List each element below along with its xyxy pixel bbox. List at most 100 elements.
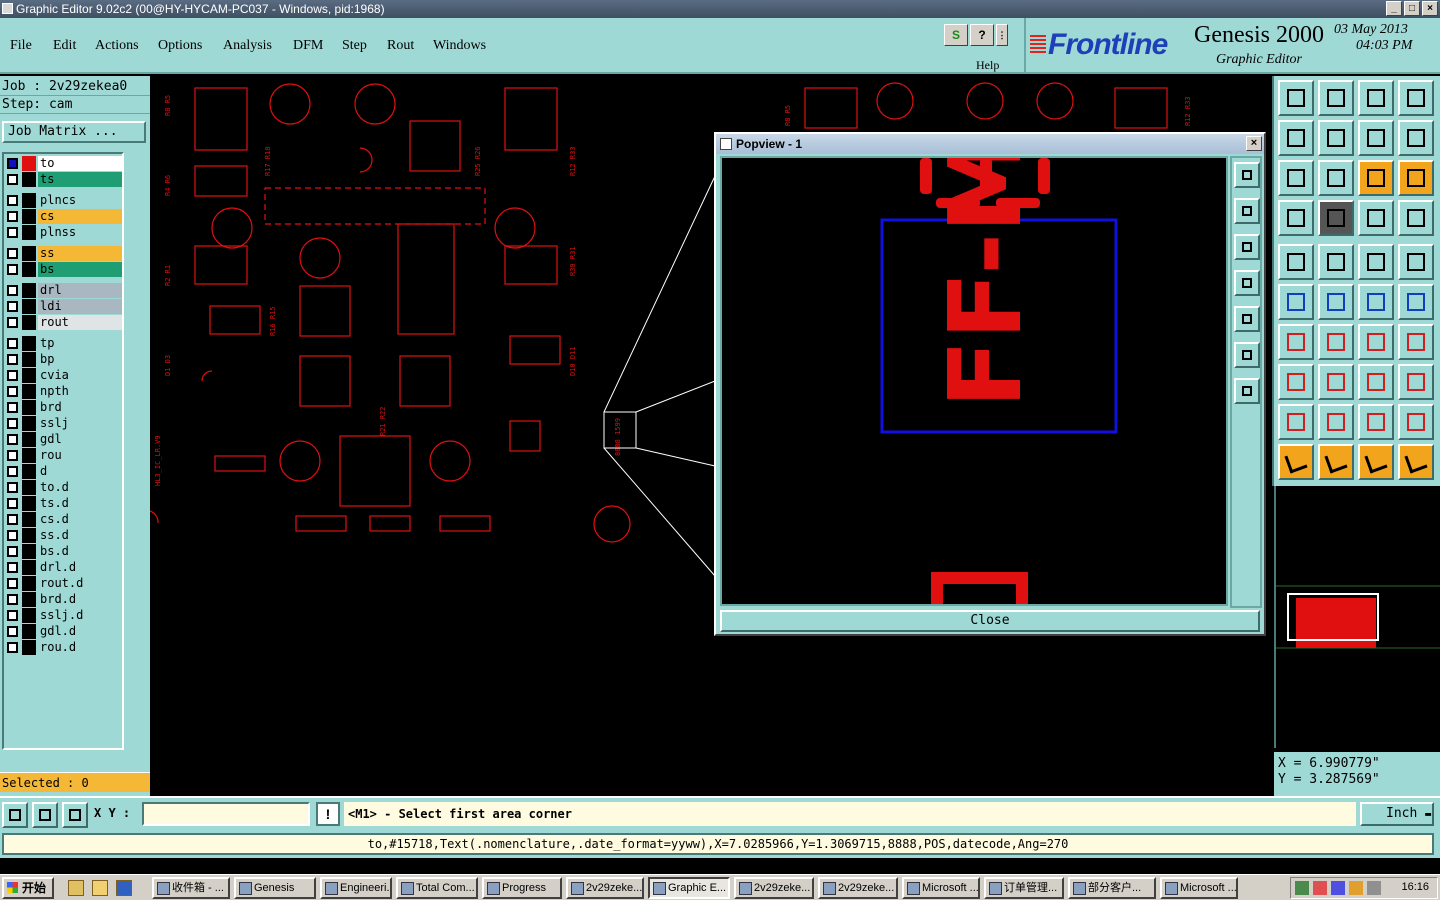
layer-row[interactable]: sslj [4,416,122,431]
layer-name[interactable]: rou [38,448,122,463]
undo-icon[interactable] [1358,120,1394,156]
select-net-icon[interactable] [1358,444,1394,480]
layer-row[interactable]: brd.d [4,592,122,607]
triangle-icon[interactable] [1278,404,1314,440]
taskbar-task[interactable]: Total Com... [396,877,478,899]
layer-checkbox[interactable] [7,482,18,493]
select-tool-icon[interactable] [1278,200,1314,236]
layer-checkbox[interactable] [7,530,18,541]
layer-name[interactable]: sslj [38,416,122,431]
layer-row[interactable]: rou [4,448,122,463]
layer-name[interactable]: npth [38,384,122,399]
layer-row[interactable]: rout.d [4,576,122,591]
layer-row[interactable]: gdl [4,432,122,447]
measure-icon[interactable] [1358,244,1394,280]
taskbar-task[interactable]: 部分客户... [1068,877,1156,899]
layer-checkbox[interactable] [7,195,18,206]
layer-row[interactable]: bs [4,262,122,277]
menu-actions[interactable]: Actions [95,38,139,54]
menu-file[interactable]: File [10,38,32,54]
menu-help[interactable]: Help [976,58,999,73]
layer-name[interactable]: ss.d [38,528,122,543]
layer-checkbox[interactable] [7,450,18,461]
script-icon[interactable]: S [944,24,968,46]
layer-checkbox[interactable] [7,626,18,637]
popview-home-icon[interactable] [1234,378,1260,404]
layer-name[interactable]: ldi [38,299,122,314]
layer-name[interactable]: rout.d [38,576,122,591]
popview-pan-right-icon[interactable] [1234,306,1260,332]
layer-checkbox[interactable] [7,248,18,259]
layer-name[interactable]: drl [38,283,122,298]
layer-row[interactable]: to [4,156,122,171]
display-icon[interactable] [1398,80,1434,116]
layer-checkbox[interactable] [7,498,18,509]
taskbar-task[interactable]: 2v29zeke... [818,877,898,899]
grid-icon[interactable] [1318,200,1354,236]
layer-name[interactable]: plnss [38,225,122,240]
move-left-icon[interactable] [1278,120,1314,156]
layer-checkbox[interactable] [7,211,18,222]
layer-row[interactable]: plnss [4,225,122,240]
compare-icon[interactable] [1398,200,1434,236]
layer-row[interactable]: drl.d [4,560,122,575]
add-line-icon[interactable] [1318,244,1354,280]
select-area-icon[interactable] [1318,444,1354,480]
route-icon[interactable] [1398,444,1434,480]
grid-icon[interactable] [62,802,88,828]
layer-checkbox[interactable] [7,370,18,381]
start-button[interactable]: 开始 [2,877,54,899]
polygon-icon[interactable] [1318,404,1354,440]
popview-titlebar[interactable]: Popview - 1 × [716,134,1264,154]
layer-checkbox[interactable] [7,562,18,573]
layer-row[interactable]: ts [4,172,122,187]
taskbar-task[interactable]: Engineeri... [320,877,392,899]
layer-row[interactable]: brd [4,400,122,415]
layer-name[interactable]: to.d [38,480,122,495]
popview-zoom-in-icon[interactable] [1234,162,1260,188]
scale-icon[interactable] [1358,160,1394,196]
query-icon[interactable] [1398,160,1434,196]
layer-checkbox[interactable] [7,317,18,328]
layer-name[interactable]: gdl [38,432,122,447]
layer-row[interactable]: tp [4,336,122,351]
close-window-button[interactable]: × [1422,1,1438,16]
draw-line-icon[interactable] [1278,324,1314,360]
copy-icon[interactable] [1398,284,1434,320]
layer-name[interactable]: cs [38,209,122,224]
snap-icon[interactable] [2,802,28,828]
layer-row[interactable]: to.d [4,480,122,495]
taskbar-task[interactable]: Microsoft ... [902,877,980,899]
taskbar-task[interactable]: Genesis [234,877,316,899]
menu-rout[interactable]: Rout [387,38,414,54]
layer-row[interactable]: ss [4,246,122,261]
pointer-icon[interactable] [1278,444,1314,480]
layer-name[interactable]: ss [38,246,122,261]
taskbar-task[interactable]: 收件箱 - ... [152,877,230,899]
pan-icon[interactable] [1318,160,1354,196]
resize-icon[interactable] [1358,364,1394,400]
layer-row[interactable]: gdl.d [4,624,122,639]
layer-checkbox[interactable] [7,301,18,312]
popview-pan-left-icon[interactable] [1234,270,1260,296]
alert-icon[interactable]: ! [316,802,340,826]
netlist-icon[interactable] [1278,284,1314,320]
menu-dfm[interactable]: DFM [293,38,323,54]
layer-checkbox[interactable] [7,610,18,621]
layer-checkbox[interactable] [7,578,18,589]
popview-fit-icon[interactable] [1234,342,1260,368]
layer-name[interactable]: gdl.d [38,624,122,639]
open-job-icon[interactable] [1278,80,1314,116]
popview-zoom-out-icon[interactable] [1234,198,1260,224]
taskbar-task[interactable]: Microsoft ... [1160,877,1238,899]
tray-red-icon[interactable] [1313,881,1327,895]
layer-name[interactable]: bp [38,352,122,367]
layer-name[interactable]: brd.d [38,592,122,607]
menu-windows[interactable]: Windows [433,38,486,54]
menu-analysis[interactable]: Analysis [223,38,272,54]
layer-row[interactable]: sslj.d [4,608,122,623]
popview-canvas[interactable]: FF-MF1 [720,156,1228,606]
layer-name[interactable]: rout [38,315,122,330]
layer-checkbox[interactable] [7,285,18,296]
layer-row[interactable]: cvia [4,368,122,383]
